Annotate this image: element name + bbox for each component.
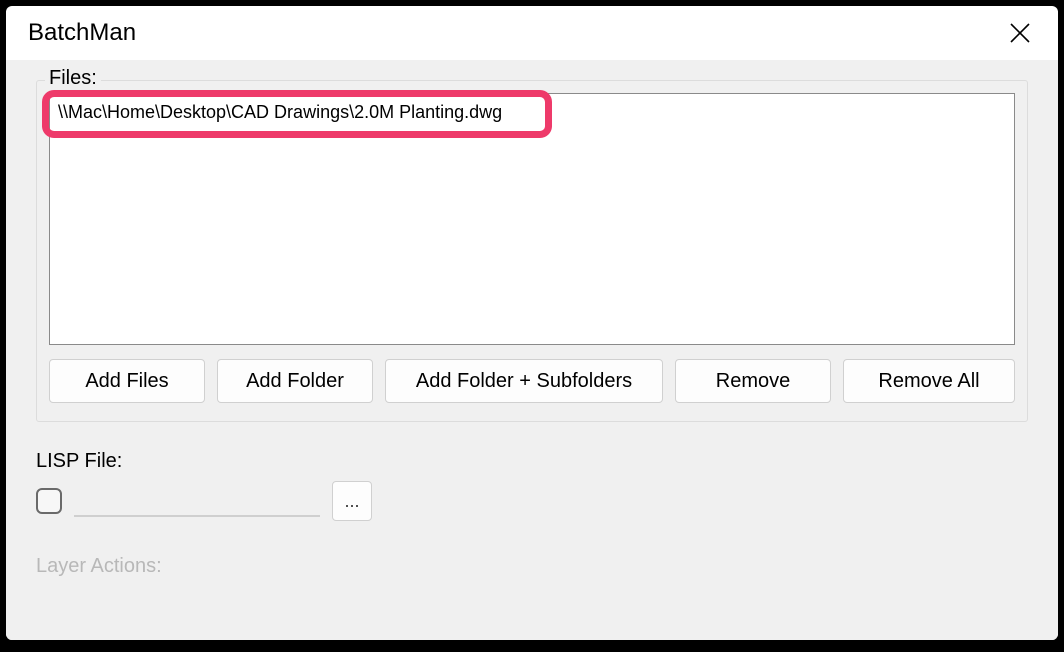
lisp-section: LISP File: ... (36, 450, 1028, 521)
remove-all-button[interactable]: Remove All (843, 359, 1015, 403)
lisp-file-input[interactable] (74, 485, 320, 517)
lisp-enable-checkbox[interactable] (36, 488, 62, 514)
lisp-row: ... (36, 481, 1028, 521)
add-folder-button[interactable]: Add Folder (217, 359, 373, 403)
add-files-button[interactable]: Add Files (49, 359, 205, 403)
add-folder-subfolders-button[interactable]: Add Folder + Subfolders (385, 359, 663, 403)
file-item[interactable]: \\Mac\Home\Desktop\CAD Drawings\2.0M Pla… (50, 94, 1014, 123)
dialog-window: BatchMan Files: \\Mac\Home\Desktop\CAD D… (6, 6, 1058, 640)
titlebar: BatchMan (6, 6, 1058, 60)
files-group: Files: \\Mac\Home\Desktop\CAD Drawings\2… (36, 80, 1028, 422)
lisp-browse-button[interactable]: ... (332, 481, 372, 521)
window-title: BatchMan (28, 19, 136, 47)
dialog-content: Files: \\Mac\Home\Desktop\CAD Drawings\2… (6, 60, 1058, 640)
files-button-row: Add Files Add Folder Add Folder + Subfol… (49, 359, 1015, 403)
remove-button[interactable]: Remove (675, 359, 831, 403)
layer-actions-label: Layer Actions: (36, 555, 1028, 578)
files-list[interactable]: \\Mac\Home\Desktop\CAD Drawings\2.0M Pla… (49, 93, 1015, 345)
close-button[interactable] (1006, 19, 1034, 47)
lisp-file-label: LISP File: (36, 450, 1028, 473)
files-label: Files: (45, 67, 101, 90)
close-icon (1008, 21, 1032, 45)
